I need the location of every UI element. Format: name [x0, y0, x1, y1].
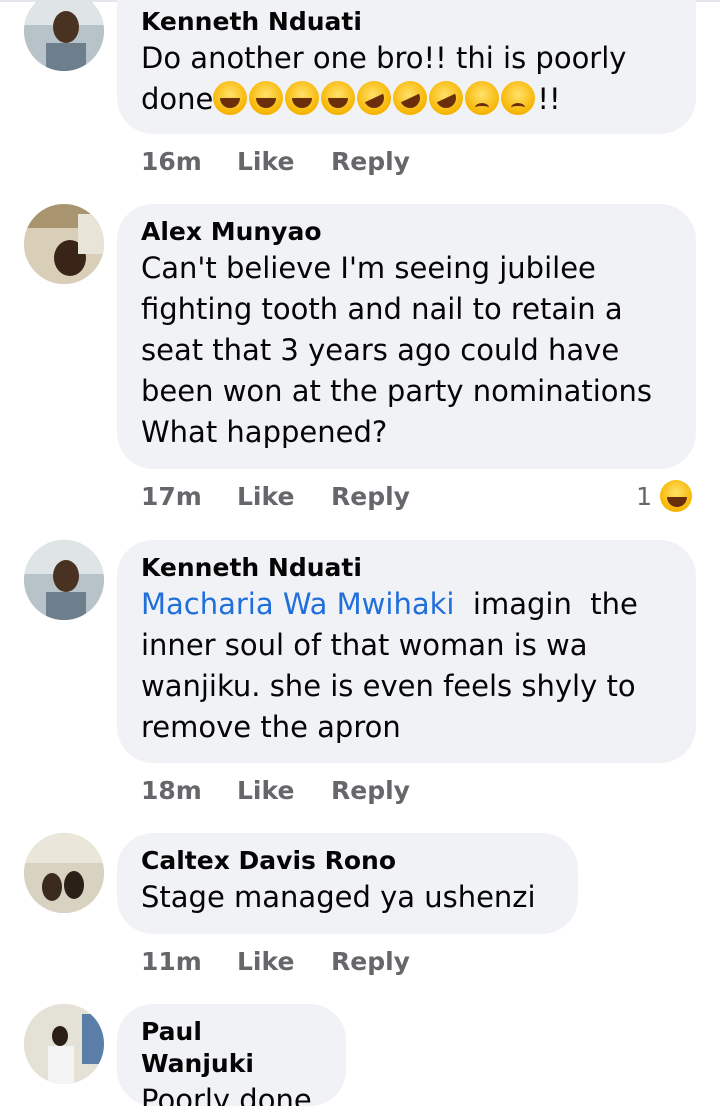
tears-of-joy-emoji-icon — [213, 81, 248, 115]
rolling-laughing-emoji-icon — [387, 75, 433, 121]
avatar[interactable] — [24, 833, 104, 913]
comment-text-line: seat that 3 years ago could have — [141, 333, 620, 367]
avatar[interactable] — [24, 540, 104, 620]
comment-text: Do another one bro!! thi is poorly done!… — [141, 38, 672, 121]
comment-actions: 11m Like Reply — [141, 947, 410, 976]
tears-of-joy-emoji-icon — [321, 81, 356, 115]
comment-actions: 17m Like Reply — [141, 482, 410, 511]
comment-author[interactable]: Kenneth Nduati — [141, 6, 672, 38]
comment-text-line: wanjiku. she is even feels shyly to — [141, 669, 636, 703]
comment-text-line: done — [141, 82, 214, 116]
comment-author[interactable]: Alex Munyao — [141, 216, 672, 248]
comment-timestamp[interactable]: 17m — [141, 482, 237, 511]
reply-button[interactable]: Reply — [331, 947, 410, 976]
comment-bubble: Caltex Davis Rono Stage managed ya ushen… — [117, 833, 578, 934]
comment-text: Poorly done — [141, 1083, 312, 1106]
comment-timestamp[interactable]: 11m — [141, 947, 237, 976]
avatar[interactable] — [24, 204, 104, 284]
comment-bubble: Paul Wanjuki Poorly done — [117, 1004, 346, 1106]
comment-text: Stage managed ya ushenzi — [141, 880, 536, 914]
comment-text: Macharia Wa Mwihaki imagin the inner sou… — [141, 584, 672, 748]
comment-text-suffix: !! — [537, 82, 561, 116]
comment-text: Can't believe I'm seeing jubilee fightin… — [141, 248, 672, 453]
reply-button[interactable]: Reply — [331, 482, 410, 511]
sad-emoji-icon — [501, 81, 536, 115]
mention-link[interactable]: Macharia Wa Mwihaki — [141, 587, 454, 621]
comment-text-line: fighting tooth and nail to retain a — [141, 292, 623, 326]
reply-button[interactable]: Reply — [331, 776, 410, 805]
comment-bubble: Alex Munyao Can't believe I'm seeing jub… — [117, 204, 696, 469]
comment-timestamp[interactable]: 16m — [141, 147, 237, 176]
tears-of-joy-emoji-icon — [249, 81, 284, 115]
avatar[interactable] — [24, 1004, 104, 1084]
comment-text-line: Can't believe I'm seeing jubilee — [141, 251, 596, 285]
comment-text-line: Macharia Wa Mwihaki imagin the — [141, 584, 672, 625]
comment-text-line: What happened? — [141, 415, 388, 449]
reaction-summary[interactable]: 1 — [636, 480, 694, 512]
comment-bubble: Kenneth Nduati Do another one bro!! thi … — [117, 0, 696, 134]
tears-of-joy-emoji-icon — [285, 81, 320, 115]
like-button[interactable]: Like — [237, 482, 331, 511]
reaction-count: 1 — [636, 481, 652, 511]
comment-text-line: been won at the party nominations — [141, 374, 653, 408]
reply-button[interactable]: Reply — [331, 147, 410, 176]
comment-bubble: Kenneth Nduati Macharia Wa Mwihaki imagi… — [117, 540, 696, 763]
like-button[interactable]: Like — [237, 947, 331, 976]
comment-author[interactable]: Caltex Davis Rono — [141, 845, 554, 877]
comment-actions: 16m Like Reply — [141, 147, 410, 176]
comment-text-line: Do another one bro!! thi is poorly — [141, 41, 627, 75]
comment-author[interactable]: Kenneth Nduati — [141, 552, 672, 584]
like-button[interactable]: Like — [237, 147, 331, 176]
comment-timestamp[interactable]: 18m — [141, 776, 237, 805]
haha-reaction-icon — [660, 480, 692, 512]
comment-text-fragment: imagin the — [454, 587, 638, 621]
comment-actions: 18m Like Reply — [141, 776, 410, 805]
comment-text-line: inner soul of that woman is wa — [141, 628, 588, 662]
sad-emoji-icon — [465, 81, 500, 115]
rolling-laughing-emoji-icon — [351, 75, 397, 121]
comment-author[interactable]: Paul Wanjuki — [141, 1016, 322, 1080]
comment-text-line: remove the apron — [141, 710, 401, 744]
avatar[interactable] — [24, 0, 104, 71]
rolling-laughing-emoji-icon — [423, 75, 469, 121]
like-button[interactable]: Like — [237, 776, 331, 805]
